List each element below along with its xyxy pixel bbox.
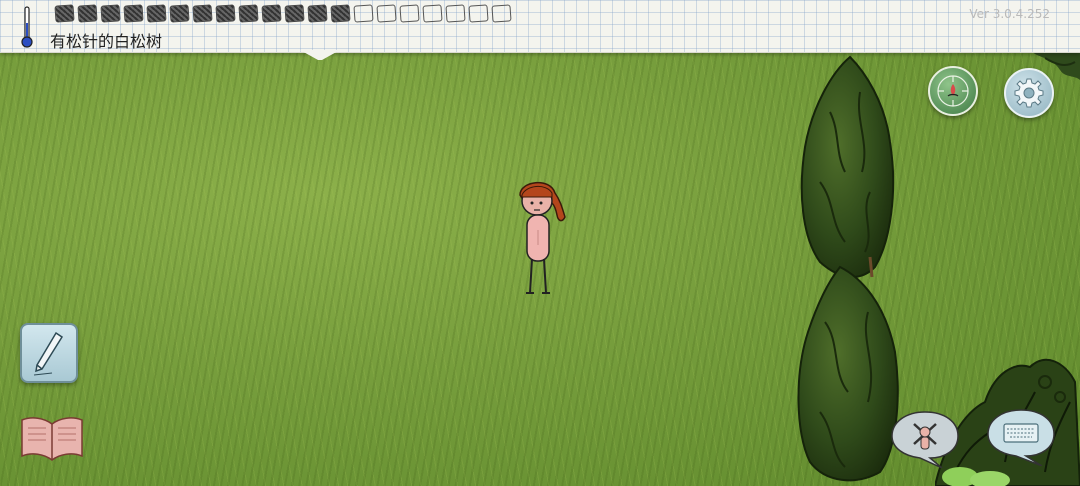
inventory-slot[interactable] — [422, 4, 443, 23]
inventory-slot[interactable] — [445, 4, 466, 23]
compass-icon — [937, 75, 969, 107]
keyboard-bubble-button[interactable] — [986, 408, 1056, 466]
version-label: Ver 3.0.4.252 — [969, 7, 1050, 21]
inventory-slot[interactable] — [307, 4, 328, 23]
inventory-slot[interactable] — [77, 4, 98, 23]
gear-icon — [1014, 78, 1044, 108]
status-bar: 有松针的白松树 Ver 3.0.4.252 — [0, 0, 1080, 53]
inventory-slot[interactable] — [376, 4, 397, 23]
inventory-slot[interactable] — [146, 4, 167, 23]
pencil-icon — [33, 331, 64, 376]
inventory-slot[interactable] — [215, 4, 236, 23]
journal-pencil-button[interactable] — [20, 323, 78, 383]
location-label: 有松针的白松树 — [50, 32, 163, 51]
book-button[interactable] — [18, 410, 86, 464]
inventory-slot[interactable] — [54, 4, 75, 23]
inventory-slot[interactable] — [491, 4, 512, 23]
inventory-slot[interactable] — [399, 4, 420, 23]
thermometer-icon — [21, 6, 33, 48]
inventory-slot[interactable] — [192, 4, 213, 23]
inventory-slot[interactable] — [123, 4, 144, 23]
cypress-tree[interactable] — [790, 52, 905, 486]
inventory-slot[interactable] — [169, 4, 190, 23]
inventory-slot[interactable] — [261, 4, 282, 23]
inventory-slot[interactable] — [330, 4, 351, 23]
settings-button[interactable] — [1004, 68, 1054, 118]
book-icon — [21, 417, 83, 461]
inventory-slot[interactable] — [353, 4, 374, 23]
inventory-slots — [54, 4, 512, 23]
player-character[interactable] — [510, 175, 570, 300]
craft-bubble-button[interactable] — [890, 410, 960, 468]
inventory-slot[interactable] — [284, 4, 305, 23]
inventory-slot[interactable] — [468, 4, 489, 23]
keyboard-icon — [1003, 423, 1039, 443]
compass-button[interactable] — [928, 66, 978, 116]
inventory-slot[interactable] — [238, 4, 259, 23]
inventory-slot[interactable] — [100, 4, 121, 23]
